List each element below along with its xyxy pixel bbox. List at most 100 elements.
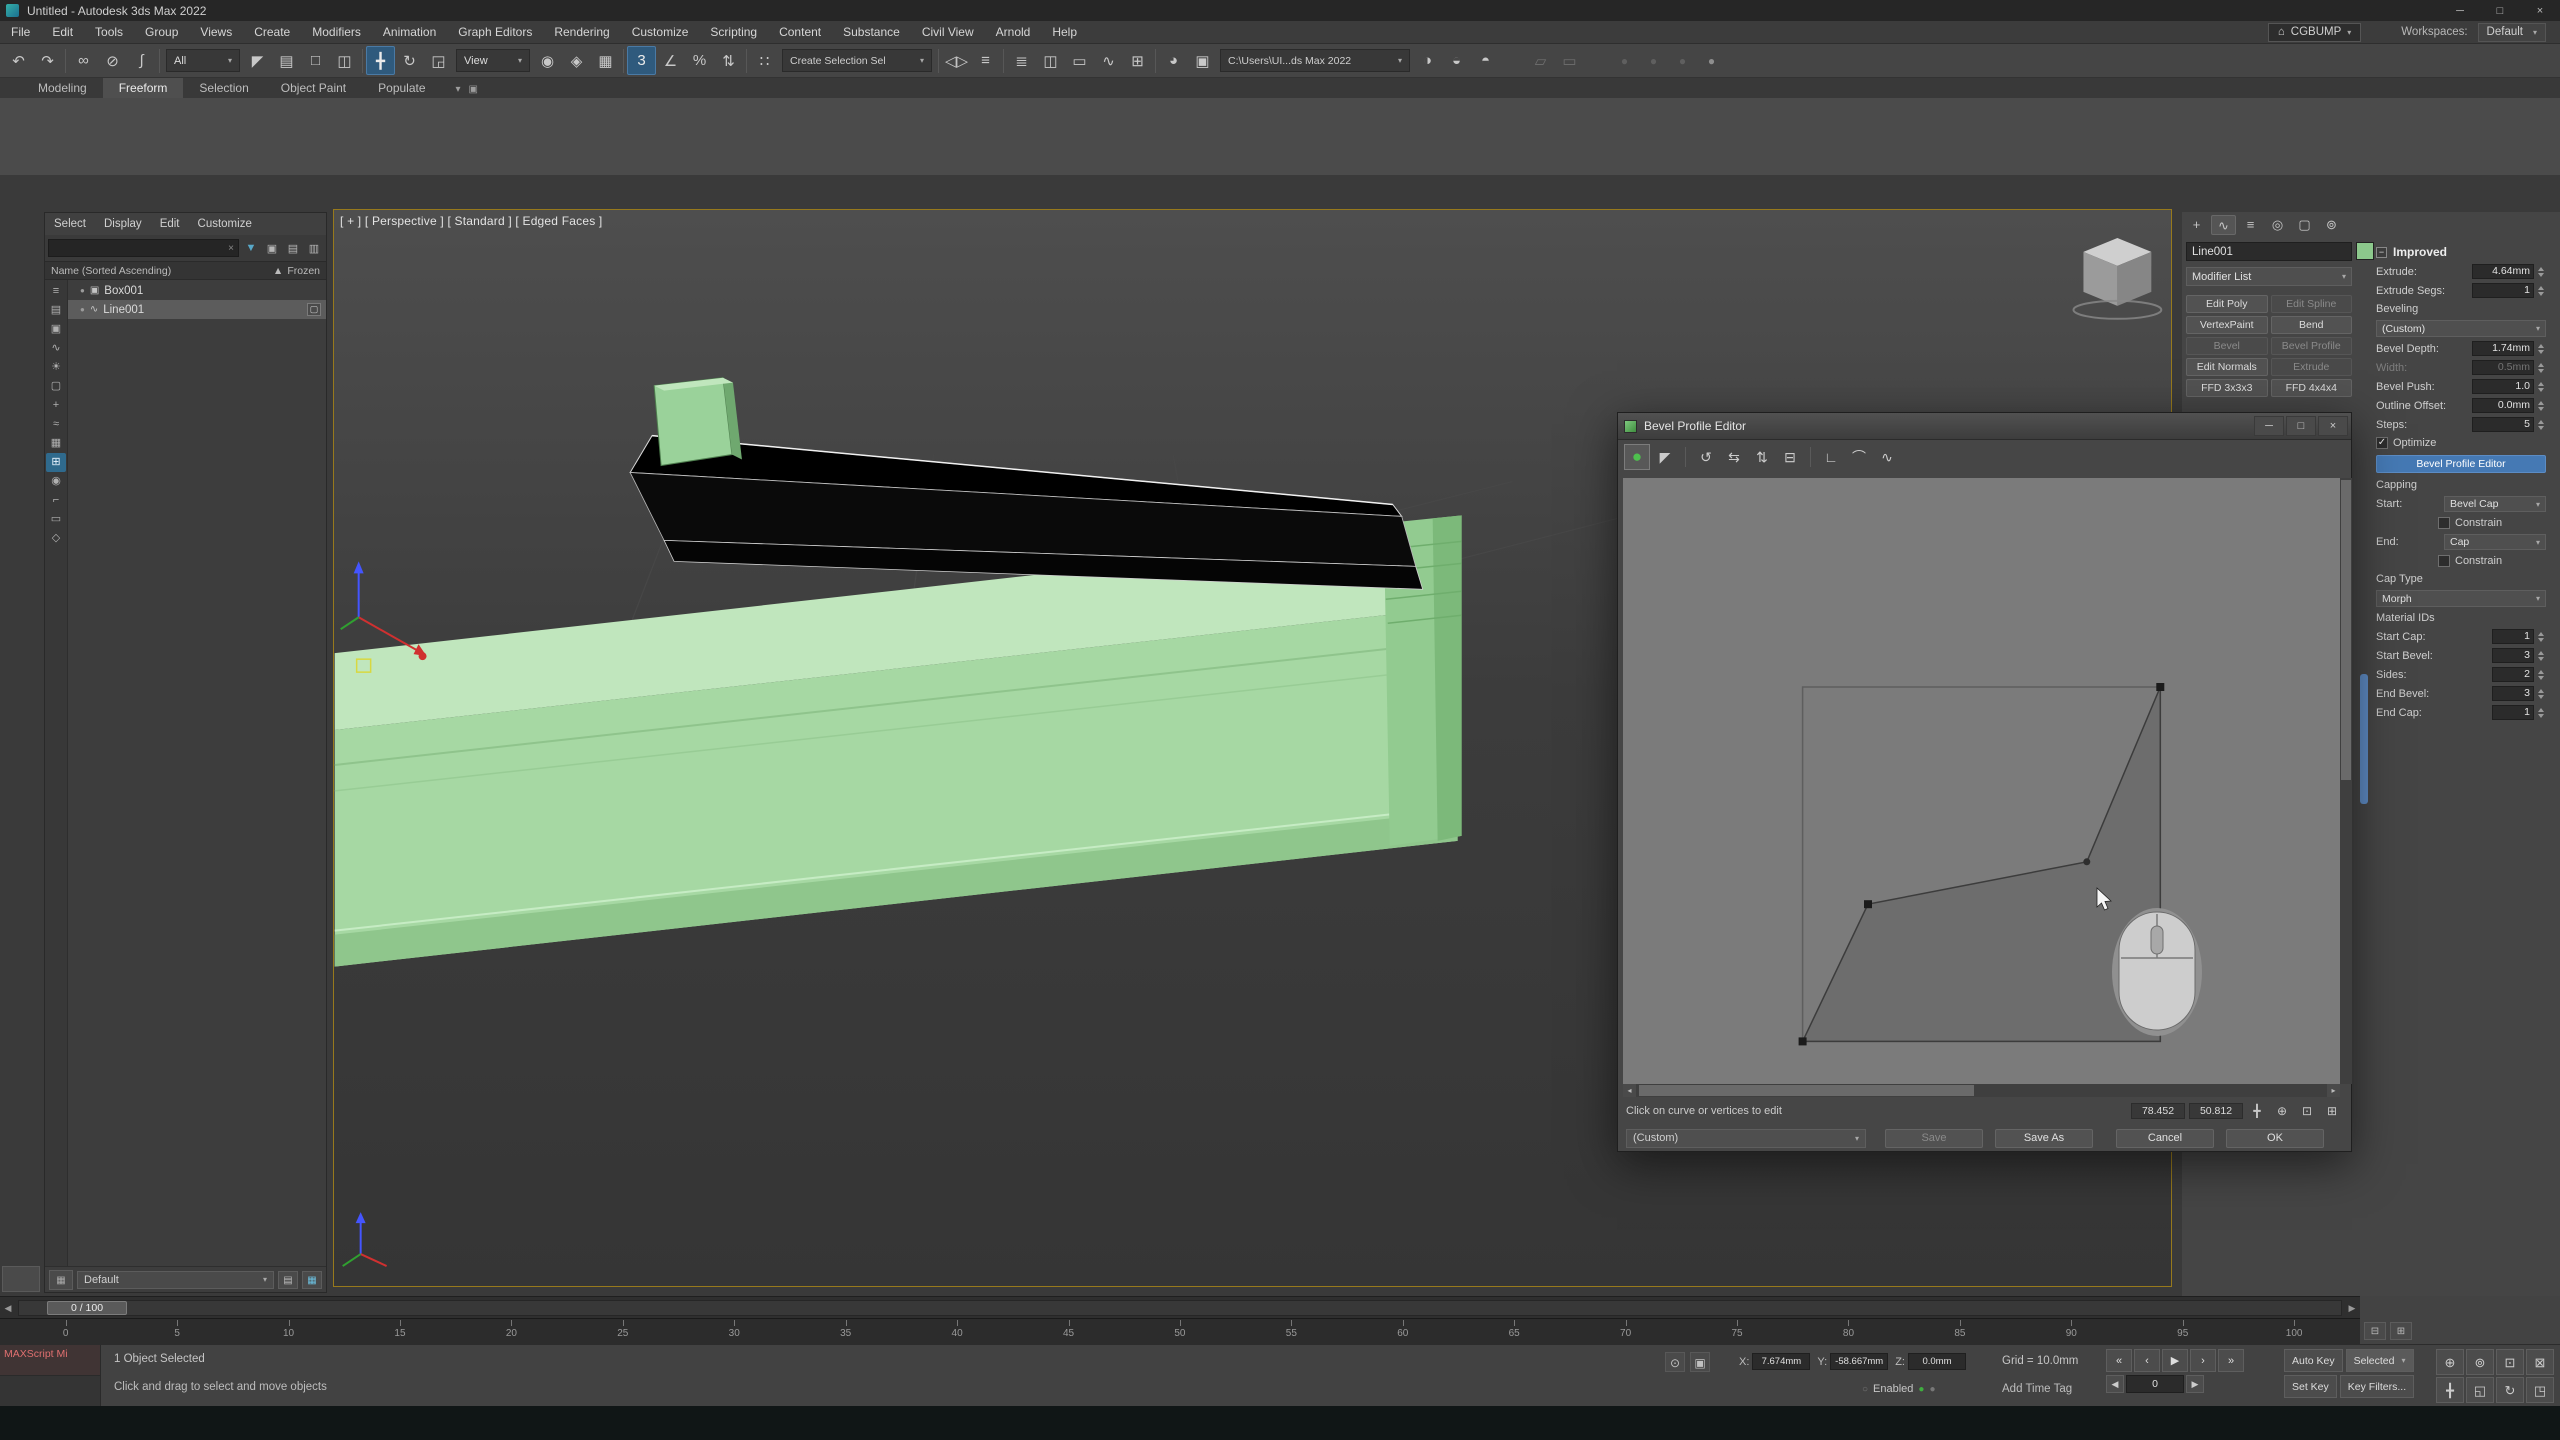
param-value[interactable]: 2	[2492, 667, 2534, 682]
render-path-field[interactable]: C:\Users\UI...ds Max 2022 ▾	[1220, 49, 1410, 72]
extrude-button[interactable]: Extrude	[2271, 358, 2353, 376]
pan-icon[interactable]: ╋	[2246, 1101, 2268, 1121]
menu-item[interactable]: Tools	[84, 21, 134, 43]
profile-vertex[interactable]	[2156, 683, 2164, 691]
time-slider[interactable]: ◀ 0 / 100 ▶	[0, 1296, 2360, 1318]
param-spinner[interactable]: 1	[2492, 629, 2546, 644]
close-button[interactable]: ×	[2520, 0, 2560, 21]
display-containers-icon[interactable]: ▭	[46, 510, 66, 529]
select-link-icon[interactable]: ∞	[69, 46, 98, 75]
prev-frame-button[interactable]: ‹	[2134, 1349, 2160, 1372]
constrain-checkbox[interactable]	[2438, 517, 2450, 529]
select-rotate-icon[interactable]: ↻	[395, 46, 424, 75]
spinner-arrows-icon[interactable]	[2535, 417, 2546, 432]
param-value[interactable]: 0.0mm	[2472, 398, 2534, 413]
frozen-column-header[interactable]: Frozen	[287, 265, 320, 277]
menu-item[interactable]: Customize	[621, 21, 700, 43]
use-pivot-center-icon[interactable]: ◉	[533, 46, 562, 75]
spinner-arrows-icon[interactable]	[2535, 629, 2546, 644]
snaps-toggle-icon[interactable]: 3	[627, 46, 656, 75]
zoom-all-icon[interactable]: ⊚	[2466, 1349, 2494, 1375]
undo-icon[interactable]: ↶	[4, 46, 33, 75]
bevel-profile-editor-button[interactable]: Bevel Profile Editor	[2376, 455, 2546, 473]
undo-icon[interactable]: ↺	[1693, 444, 1719, 470]
reset-profile-icon[interactable]: ⊟	[1777, 444, 1803, 470]
pan-icon[interactable]: ╋	[2436, 1377, 2464, 1403]
next-frame-button[interactable]: ›	[2190, 1349, 2216, 1372]
time-slider-handle[interactable]: 0 / 100	[47, 1301, 127, 1315]
visibility-icon[interactable]: ●	[80, 305, 85, 314]
spinner-arrows-icon[interactable]	[2535, 648, 2546, 663]
list-item[interactable]: ● ▣ Box001	[68, 281, 326, 300]
spinner-arrows-icon[interactable]	[2535, 379, 2546, 394]
display-shapes-icon[interactable]: ∿	[46, 339, 66, 358]
object-color-swatch[interactable]	[2356, 242, 2374, 260]
black-profile-object[interactable]	[630, 436, 1423, 590]
list-view-icon[interactable]: ▤	[284, 242, 302, 255]
smooth-line-icon[interactable]: ⌒	[1846, 444, 1872, 470]
bend-button[interactable]: Bend	[2271, 316, 2353, 334]
name-column-header[interactable]: Name (Sorted Ascending)	[51, 265, 171, 277]
scrollbar-thumb[interactable]	[1639, 1085, 1974, 1096]
flip-vertical-icon[interactable]: ⇅	[1749, 444, 1775, 470]
menu-item[interactable]: Substance	[832, 21, 911, 43]
scroll-left-icon[interactable]: ◂	[1623, 1084, 1636, 1097]
optimize-checkbox[interactable]: ✓	[2376, 437, 2388, 449]
adaptive-degradation-status[interactable]: ○ Enabled ● ●	[1862, 1383, 1936, 1395]
explorer-menu-item[interactable]: Select	[45, 218, 95, 230]
param-spinner[interactable]: 5	[2472, 417, 2546, 432]
set-key-button[interactable]: Set Key	[2284, 1375, 2337, 1398]
keyboard-override-icon[interactable]: ▦	[591, 46, 620, 75]
explorer-footer-icon-1[interactable]: ▤	[278, 1271, 298, 1289]
ribbon-config-icon[interactable]: ▾	[456, 84, 461, 95]
display-groups-icon[interactable]: ▦	[46, 434, 66, 453]
edit-spline-button[interactable]: Edit Spline	[2271, 295, 2353, 313]
object-name-field[interactable]: Line001	[2186, 242, 2352, 261]
utilities-tab[interactable]: ⊚	[2319, 215, 2344, 235]
param-value[interactable]: 1	[2492, 629, 2534, 644]
menu-item[interactable]: Arnold	[985, 21, 1042, 43]
trackview-open-icon[interactable]: ⊟	[2364, 1322, 2386, 1340]
scrollbar-thumb[interactable]	[2341, 480, 2351, 780]
display-materials-icon[interactable]: ◉	[46, 472, 66, 491]
next-frame-icon[interactable]: ▶	[2344, 1299, 2360, 1317]
constrain-checkbox[interactable]	[2438, 555, 2450, 567]
spinner-arrows-icon[interactable]	[2535, 686, 2546, 701]
prev-frame-icon[interactable]: ◀	[0, 1299, 16, 1317]
viewport-label[interactable]: [ + ] [ Perspective ] [ Standard ] [ Edg…	[340, 214, 602, 228]
ffd-4x4x4-button[interactable]: FFD 4x4x4	[2271, 379, 2353, 397]
zoom-icon[interactable]: ⊕	[2436, 1349, 2464, 1375]
sort-by-type-icon[interactable]: ▤	[46, 301, 66, 320]
viewcube[interactable]	[2073, 238, 2161, 319]
explorer-preset-dropdown[interactable]: Default ▾	[77, 1271, 274, 1289]
add-time-tag[interactable]: Add Time Tag	[2002, 1383, 2072, 1395]
hierarchy-tab[interactable]: ≡	[2238, 215, 2263, 235]
select-move-icon[interactable]: ╋	[366, 46, 395, 75]
grayed-tool-icon-1[interactable]: ▱	[1526, 46, 1555, 75]
spinner-snap-icon[interactable]: ⇅	[714, 46, 743, 75]
status-circle-3[interactable]: ●	[1668, 46, 1697, 75]
param-value[interactable]: 1	[2492, 705, 2534, 720]
auto-key-button[interactable]: Auto Key	[2284, 1349, 2343, 1372]
close-button[interactable]: ×	[2318, 416, 2348, 436]
timeline-ruler[interactable]: 0510152025303540455055606570758085909510…	[0, 1318, 2360, 1344]
list-item[interactable]: ● ∿ Line001 ▢	[68, 300, 326, 319]
status-circle-4[interactable]: ●	[1697, 46, 1726, 75]
orbit-icon[interactable]: ↻	[2496, 1377, 2524, 1403]
vertical-scrollbar[interactable]	[2340, 478, 2352, 1084]
maximize-button[interactable]: □	[2480, 0, 2520, 21]
bind-spacewarp-icon[interactable]: ∫	[127, 46, 156, 75]
menu-item[interactable]: Scripting	[699, 21, 768, 43]
rect-selection-region-icon[interactable]: □	[301, 46, 330, 75]
menu-item[interactable]: Civil View	[911, 21, 985, 43]
save-as-button[interactable]: Save As	[1995, 1129, 2093, 1148]
spinner-arrows-icon[interactable]	[2535, 264, 2546, 279]
row-action-icon[interactable]: ▢	[307, 303, 321, 316]
constrain-checkbox-row[interactable]: Constrain	[2376, 552, 2546, 570]
tab-modeling[interactable]: Modeling	[22, 78, 103, 98]
param-spinner[interactable]: 4.64mm	[2472, 264, 2546, 279]
ffd-3x3x3-button[interactable]: FFD 3x3x3	[2186, 379, 2268, 397]
menu-item[interactable]: Help	[1041, 21, 1088, 43]
lock-icon[interactable]: ▣	[263, 242, 281, 255]
ribbon-toggle-icon[interactable]: ▭	[1065, 46, 1094, 75]
